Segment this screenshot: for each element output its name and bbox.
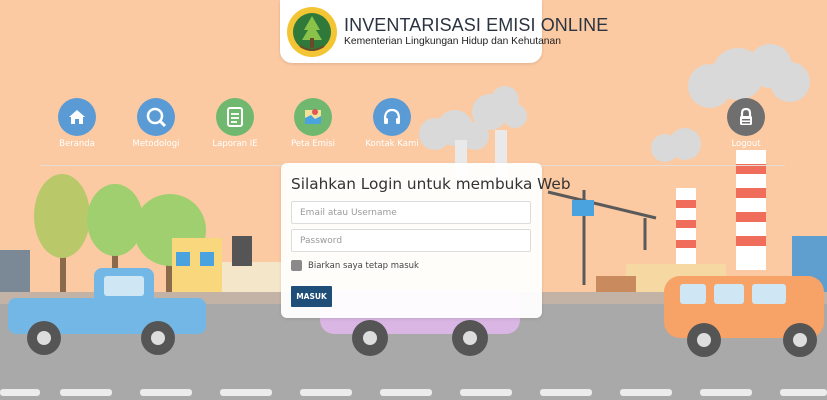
login-button[interactable]: MASUK xyxy=(291,286,332,307)
nav-label: Kontak Kami xyxy=(365,139,419,149)
report-icon xyxy=(216,98,254,136)
nav-item-laporan[interactable]: Laporan IE xyxy=(195,98,275,149)
nav-label: Peta Emisi xyxy=(290,139,336,149)
headset-icon xyxy=(373,98,411,136)
remember-label: Biarkan saya tetap masuk xyxy=(308,260,419,271)
nav-label: Beranda xyxy=(59,139,95,149)
lock-icon xyxy=(727,98,765,136)
remember-me[interactable]: Biarkan saya tetap masuk xyxy=(291,260,419,271)
nav-label: Metodologi xyxy=(132,139,180,149)
nav-item-peta-emisi[interactable]: Peta Emisi xyxy=(273,98,353,149)
header-card: INVENTARISASI EMISI ONLINE Kementerian L… xyxy=(280,0,608,63)
nav-item-logout[interactable]: Logout xyxy=(706,98,786,149)
nav-label: Logout xyxy=(731,139,761,149)
search-doc-icon xyxy=(137,98,175,136)
home-icon xyxy=(58,98,96,136)
nav-item-kontak[interactable]: Kontak Kami xyxy=(352,98,432,149)
nav-label: Laporan IE xyxy=(212,139,258,149)
map-icon xyxy=(294,98,332,136)
email-field[interactable] xyxy=(291,201,531,224)
app-title: INVENTARISASI EMISI ONLINE xyxy=(344,15,609,35)
login-form: Silahkan Login untuk membuka Web Biarkan… xyxy=(281,163,571,318)
login-title: Silahkan Login untuk membuka Web xyxy=(291,175,571,193)
ministry-logo xyxy=(287,7,337,57)
nav-item-beranda[interactable]: Beranda xyxy=(37,98,117,149)
nav-item-metodologi[interactable]: Metodologi xyxy=(116,98,196,149)
app-subtitle: Kementerian Lingkungan Hidup dan Kehutan… xyxy=(344,36,561,47)
password-field[interactable] xyxy=(291,229,531,252)
remember-checkbox[interactable] xyxy=(291,260,302,271)
